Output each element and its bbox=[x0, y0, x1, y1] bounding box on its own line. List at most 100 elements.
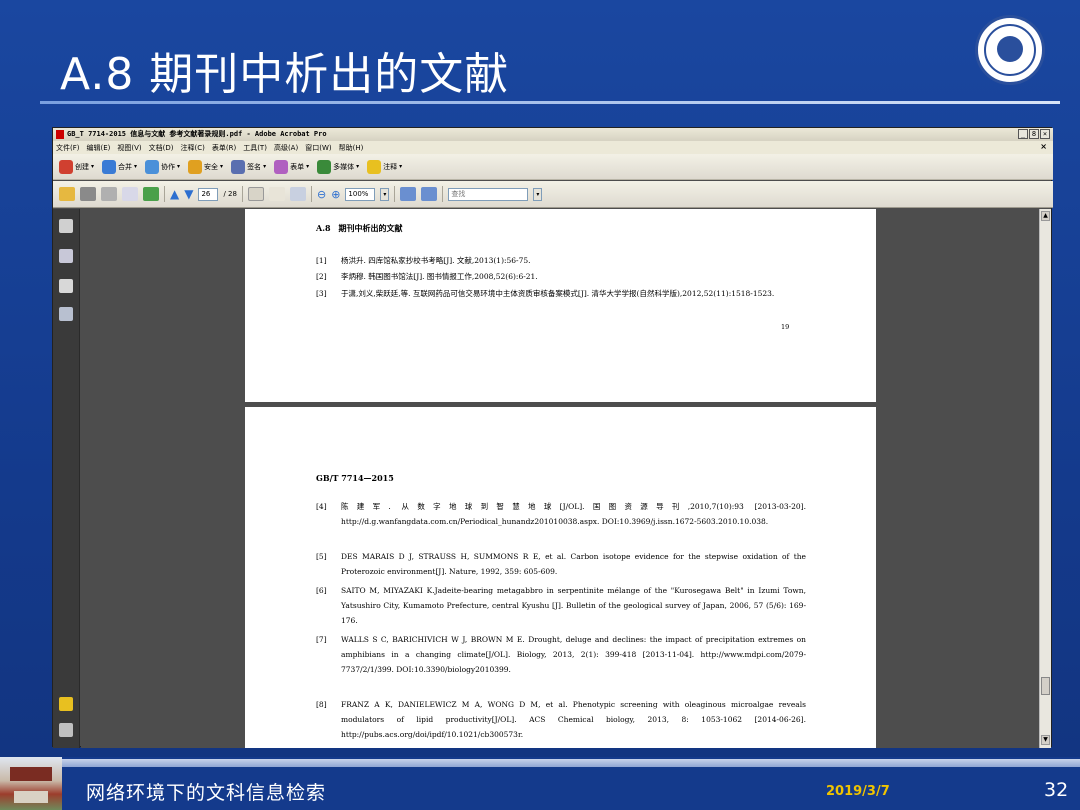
navigation-pane bbox=[53, 209, 80, 748]
menu-view[interactable]: 视图(V) bbox=[117, 143, 141, 153]
restore-button[interactable]: 8 bbox=[1029, 129, 1039, 139]
menu-advanced[interactable]: 高级(A) bbox=[274, 143, 298, 153]
toolbar-separator bbox=[310, 186, 312, 202]
chevron-down-icon: ▾ bbox=[356, 163, 360, 170]
menu-forms[interactable]: 表单(R) bbox=[212, 143, 236, 153]
scroll-up-button[interactable]: ▲ bbox=[1041, 211, 1050, 221]
pdf-page: GB/T 7714—2015 [4] 陈建军. 从数字地球到智慧地球[J/OL].… bbox=[245, 407, 876, 748]
title-divider bbox=[40, 101, 1060, 104]
logo-emblem bbox=[997, 36, 1023, 62]
menu-document[interactable]: 文档(D) bbox=[149, 143, 174, 153]
toolbar-separator bbox=[394, 186, 396, 202]
reference-item: [5] DES MARAIS D J, STRAUSS H, SUMMONS R … bbox=[316, 552, 806, 576]
close-document-button[interactable]: × bbox=[1040, 142, 1047, 151]
select-tool-icon[interactable] bbox=[247, 187, 264, 201]
campus-photo bbox=[0, 757, 62, 810]
fit-page-icon[interactable] bbox=[400, 187, 417, 201]
signatures-icon[interactable] bbox=[59, 307, 73, 321]
menu-tools[interactable]: 工具(T) bbox=[243, 143, 267, 153]
combine-button[interactable]: 合并 ▾ bbox=[102, 159, 138, 174]
toolbar-separator bbox=[241, 186, 243, 202]
search-dropdown-button[interactable]: ▾ bbox=[533, 187, 543, 201]
zoom-level-input[interactable]: 100% bbox=[345, 187, 376, 201]
university-logo bbox=[975, 15, 1045, 85]
scroll-thumb[interactable] bbox=[1041, 677, 1050, 695]
pdf-page: A.8 期刊中析出的文献 [1] 杨洪升. 四库馆私家抄校书考略[J]. 文献,2… bbox=[245, 209, 876, 402]
hand-tool-icon[interactable] bbox=[268, 187, 285, 201]
previous-page-icon[interactable]: ▲ bbox=[170, 187, 179, 201]
menu-edit[interactable]: 编辑(E) bbox=[87, 143, 111, 153]
page-number-input[interactable]: 26 bbox=[198, 187, 219, 201]
chevron-down-icon: ▾ bbox=[399, 163, 403, 170]
zoom-out-icon[interactable]: ⊖ bbox=[317, 188, 326, 201]
chevron-down-icon: ▾ bbox=[263, 163, 267, 170]
building-roof bbox=[10, 767, 52, 781]
refresh-icon[interactable] bbox=[143, 187, 159, 201]
menu-file[interactable]: 文件(F) bbox=[56, 143, 80, 153]
secure-button[interactable]: 安全 ▾ bbox=[188, 159, 224, 174]
bookmarks-icon[interactable] bbox=[59, 249, 73, 263]
course-title: 网络环境下的文科信息检索 bbox=[86, 782, 327, 804]
open-folder-icon[interactable] bbox=[59, 187, 75, 201]
create-pdf-icon bbox=[59, 159, 73, 174]
chevron-down-icon: ▾ bbox=[220, 163, 224, 170]
acrobat-window: GB_T 7714-2015 信息与文献 参考文献著录规则.pdf - Adob… bbox=[52, 127, 1053, 748]
reference-item: [1] 杨洪升. 四库馆私家抄校书考略[J]. 文献,2013(1):56-75. bbox=[316, 256, 531, 265]
layers-icon[interactable] bbox=[59, 279, 73, 293]
slide-title: A.8 期刊中析出的文献 bbox=[60, 49, 510, 100]
comment-button[interactable]: 注释 ▾ bbox=[367, 159, 403, 174]
vertical-scrollbar[interactable]: ▲ ▼ bbox=[1039, 209, 1051, 748]
zoom-dropdown-button[interactable]: ▾ bbox=[380, 187, 390, 201]
reference-item: [4] 陈建军. 从数字地球到智慧地球[J/OL].国图资源导刊,2010,7(1… bbox=[316, 502, 806, 526]
close-button[interactable]: × bbox=[1040, 129, 1050, 139]
lock-icon bbox=[188, 159, 203, 174]
slide-date: 2019/3/7 bbox=[826, 784, 890, 799]
tasks-toolbar: 创建 ▾ 合并 ▾ 协作 ▾ 安全 ▾ 签名 ▾ 表单 ▾ 多媒体 ▾ 注释 ▾ bbox=[53, 154, 1053, 180]
menu-comments[interactable]: 注释(C) bbox=[181, 143, 205, 153]
pen-icon bbox=[231, 159, 246, 174]
sign-button[interactable]: 签名 ▾ bbox=[231, 159, 267, 174]
slide-page-number: 32 bbox=[1044, 779, 1069, 801]
scroll-down-button[interactable]: ▼ bbox=[1041, 735, 1050, 745]
chevron-down-icon: ▾ bbox=[306, 163, 310, 170]
zoom-in-icon[interactable]: ⊕ bbox=[331, 188, 340, 201]
reference-item: [3] 于潇,刘义,柴跃廷,等. 互联网药品可信交易环境中主体资质审核备案模式[J… bbox=[316, 289, 775, 298]
search-input[interactable]: 查找 bbox=[448, 187, 529, 201]
email-icon[interactable] bbox=[122, 187, 138, 201]
minimize-button[interactable]: _ bbox=[1018, 129, 1028, 139]
chevron-down-icon: ▾ bbox=[134, 163, 138, 170]
total-pages-label: / 28 bbox=[223, 190, 237, 198]
save-icon[interactable] bbox=[101, 187, 117, 201]
fit-width-icon[interactable] bbox=[421, 187, 438, 201]
comments-icon[interactable] bbox=[59, 697, 73, 711]
create-button[interactable]: 创建 ▾ bbox=[59, 159, 95, 174]
menu-bar: 文件(F) 编辑(E) 视图(V) 文档(D) 注释(C) 表单(R) 工具(T… bbox=[53, 141, 1053, 154]
multimedia-icon bbox=[317, 159, 332, 174]
document-area[interactable]: A.8 期刊中析出的文献 [1] 杨洪升. 四库馆私家抄校书考略[J]. 文献,2… bbox=[81, 209, 1040, 748]
next-page-icon[interactable]: ▼ bbox=[184, 187, 193, 201]
zoom-tool-icon[interactable] bbox=[289, 187, 306, 201]
chevron-down-icon: ▾ bbox=[91, 163, 95, 170]
section-heading: A.8 期刊中析出的文献 bbox=[316, 223, 403, 233]
menu-window[interactable]: 窗口(W) bbox=[305, 143, 331, 153]
combine-icon bbox=[102, 159, 117, 174]
form-icon bbox=[274, 159, 289, 174]
collaborate-icon bbox=[145, 159, 160, 174]
chevron-down-icon: ▾ bbox=[177, 163, 181, 170]
reference-item: [2] 李炳穆. 韩国图书馆法[J]. 图书情报工作,2008,52(6):6-2… bbox=[316, 272, 538, 281]
pages-icon[interactable] bbox=[59, 219, 73, 233]
multimedia-button[interactable]: 多媒体 ▾ bbox=[317, 159, 360, 174]
footer-band bbox=[60, 759, 1080, 767]
attachments-icon[interactable] bbox=[59, 723, 73, 737]
collaborate-button[interactable]: 协作 ▾ bbox=[145, 159, 181, 174]
menu-help[interactable]: 帮助(H) bbox=[339, 143, 364, 153]
comment-icon bbox=[367, 159, 382, 174]
page-header: GB/T 7714—2015 bbox=[316, 473, 394, 483]
forms-button[interactable]: 表单 ▾ bbox=[274, 159, 310, 174]
pdf-file-icon bbox=[56, 130, 64, 139]
window-titlebar: GB_T 7714-2015 信息与文献 参考文献著录规则.pdf - Adob… bbox=[53, 128, 1053, 141]
reference-item: [8] FRANZ A K, DANIELEWICZ M A, WONG D M,… bbox=[316, 700, 806, 739]
toolbar-separator bbox=[442, 186, 444, 202]
print-icon[interactable] bbox=[80, 187, 96, 201]
reference-item: [6] SAITO M, MIYAZAKI K.Jadeite-bearing m… bbox=[316, 586, 806, 625]
